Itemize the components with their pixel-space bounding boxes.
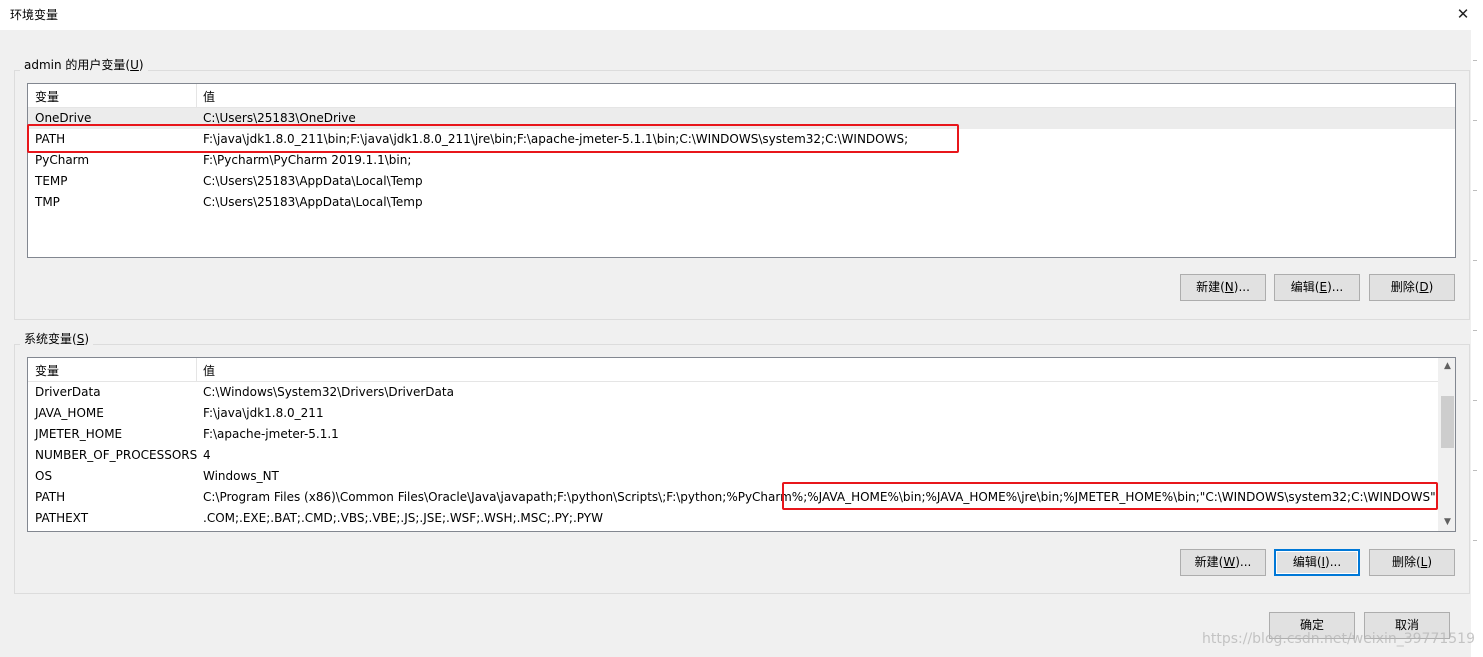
variable-value: F:\apache-jmeter-5.1.1 [203,427,339,441]
system-delete-button[interactable]: 删除(L) [1369,549,1455,576]
column-header-value[interactable]: 值 [203,362,215,379]
list-header: 变量 值 [28,84,1455,108]
scroll-down-icon[interactable]: ▼ [1439,514,1455,531]
table-row[interactable]: PyCharm F:\Pycharm\PyCharm 2019.1.1\bin; [28,150,1455,171]
user-variables-label: admin 的用户变量(U) [20,56,148,73]
table-row[interactable]: NUMBER_OF_PROCESSORS 4 [28,445,1455,466]
table-row[interactable]: JMETER_HOME F:\apache-jmeter-5.1.1 [28,424,1455,445]
variable-name: JAVA_HOME [35,406,104,420]
background-window-edge [1471,30,1483,657]
variable-name: OS [35,469,53,483]
variable-name: PATHEXT [35,511,89,525]
variable-value: C:\Program Files (x86)\Common Files\Orac… [203,490,1440,504]
close-icon[interactable]: ✕ [1451,2,1475,26]
user-variables-list[interactable]: 变量 值 OneDrive C:\Users\25183\OneDrive PA… [27,83,1456,258]
user-delete-button[interactable]: 删除(D) [1369,274,1455,301]
variable-value: .COM;.EXE;.BAT;.CMD;.VBS;.VBE;.JS;.JSE;.… [203,511,603,525]
variable-value: F:\java\jdk1.8.0_211 [203,406,324,420]
system-new-button[interactable]: 新建(W)... [1180,549,1266,576]
watermark: https://blog.csdn.net/weixin_39771519 [1201,631,1475,647]
list-header: 变量 值 [28,358,1455,382]
variable-value: Windows_NT [203,469,279,483]
variable-name: NUMBER_OF_PROCESSORS [35,448,198,462]
variable-name: JMETER_HOME [35,427,123,441]
variable-value: C:\Users\25183\OneDrive [203,111,356,125]
scroll-up-icon[interactable]: ▲ [1439,358,1455,375]
table-row[interactable]: PATHEXT .COM;.EXE;.BAT;.CMD;.VBS;.VBE;.J… [28,508,1455,529]
system-edit-button[interactable]: 编辑(I)... [1274,549,1360,576]
variable-value: C:\Windows\System32\Drivers\DriverData [203,385,454,399]
table-row[interactable]: OneDrive C:\Users\25183\OneDrive [28,108,1455,129]
variable-name: OneDrive [35,111,92,125]
column-header-variable[interactable]: 变量 [35,362,59,379]
variable-value: 4 [203,448,211,462]
table-row[interactable]: PATH F:\java\jdk1.8.0_211\bin;F:\java\jd… [28,129,1455,150]
variable-value: F:\java\jdk1.8.0_211\bin;F:\java\jdk1.8.… [203,132,909,146]
variable-name: PyCharm [35,153,90,167]
variable-value: C:\Users\25183\AppData\Local\Temp [203,195,423,209]
window-title: 环境变量 [10,8,59,22]
variable-value: C:\Users\25183\AppData\Local\Temp [203,174,423,188]
table-row[interactable]: PATH C:\Program Files (x86)\Common Files… [28,487,1455,508]
table-row[interactable]: DriverData C:\Windows\System32\Drivers\D… [28,382,1455,403]
variable-value: F:\Pycharm\PyCharm 2019.1.1\bin; [203,153,412,167]
title-bar: 环境变量 ✕ [0,0,1483,30]
table-row[interactable]: OS Windows_NT [28,466,1455,487]
variable-name: TMP [35,195,60,209]
table-row[interactable]: JAVA_HOME F:\java\jdk1.8.0_211 [28,403,1455,424]
variable-name: TEMP [35,174,68,188]
column-header-variable[interactable]: 变量 [35,88,59,105]
variable-name: PATH [35,132,66,146]
system-variables-list[interactable]: 变量 值 DriverData C:\Windows\System32\Driv… [27,357,1456,532]
variable-name: PATH [35,490,66,504]
scrollbar-thumb[interactable] [1441,396,1454,448]
column-header-value[interactable]: 值 [203,88,215,105]
user-new-button[interactable]: 新建(N)... [1180,274,1266,301]
vertical-scrollbar[interactable]: ▲ ▼ [1438,358,1455,531]
user-edit-button[interactable]: 编辑(E)... [1274,274,1360,301]
table-row[interactable]: TMP C:\Users\25183\AppData\Local\Temp [28,192,1455,213]
table-row[interactable]: TEMP C:\Users\25183\AppData\Local\Temp [28,171,1455,192]
variable-name: DriverData [35,385,101,399]
system-variables-label: 系统变量(S) [20,330,93,347]
